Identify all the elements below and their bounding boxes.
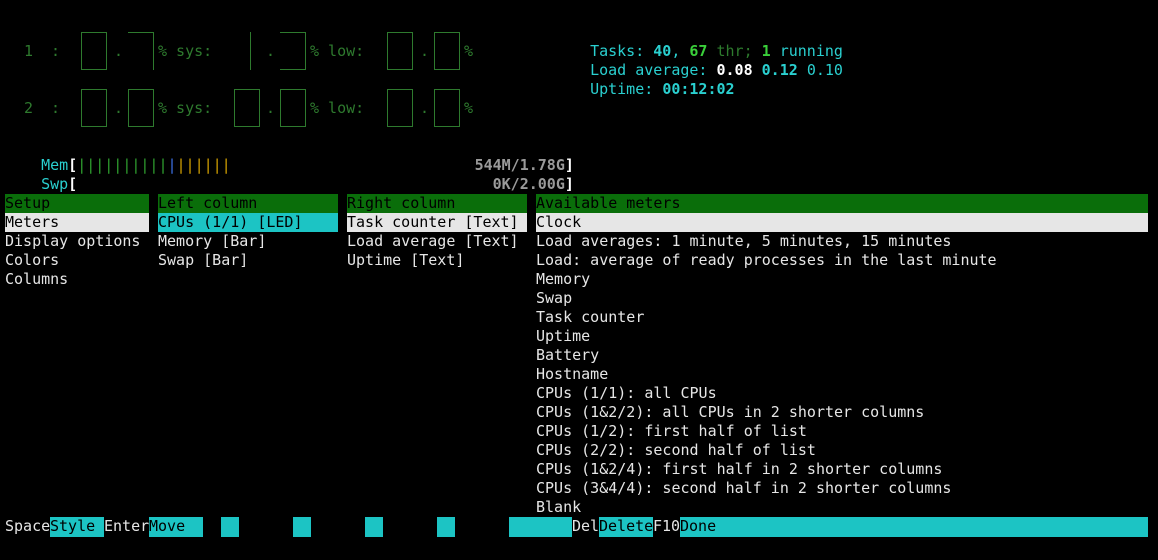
led-decimal-point: .	[114, 42, 124, 60]
swap-bar-meter: Swp[ 0K/2.00G]	[23, 156, 574, 194]
right-column-item-task-counter[interactable]: Task counter [Text]	[347, 213, 527, 232]
left-column-item-memory[interactable]: Memory [Bar]	[158, 232, 266, 251]
led-digit	[387, 89, 413, 127]
enter-key-label: Enter	[104, 517, 150, 535]
right-column-item-uptime[interactable]: Uptime [Text]	[347, 251, 464, 270]
led-digit	[280, 32, 306, 70]
available-meters-panel-header: Available meters	[536, 194, 1148, 213]
led-digit	[81, 32, 107, 70]
available-meter-item[interactable]: Memory	[536, 270, 590, 289]
function-key-blank[interactable]	[509, 517, 572, 537]
led-decimal-point: .	[420, 99, 430, 117]
function-key-blank[interactable]	[365, 517, 383, 537]
low-label: % low:	[310, 42, 365, 60]
available-meter-item[interactable]: CPUs (1&2/4): first half in 2 shorter co…	[536, 460, 942, 479]
sys-label: % sys:	[158, 99, 213, 117]
left-column-item-swap[interactable]: Swap [Bar]	[158, 251, 248, 270]
right-column-panel-header: Right column	[347, 194, 527, 213]
sys-label: % sys:	[158, 42, 213, 60]
swap-value: 0K/2.00G	[492, 175, 565, 193]
available-meter-item[interactable]: CPUs (1&2/2): all CPUs in 2 shorter colu…	[536, 403, 924, 422]
bar-bracket: [	[68, 175, 78, 193]
available-meter-item[interactable]: Load averages: 1 minute, 5 minutes, 15 m…	[536, 232, 951, 251]
load-5min: 0.12	[761, 61, 798, 79]
left-column-panel-header: Left column	[158, 194, 338, 213]
bar-bracket: ]	[564, 175, 574, 193]
function-key-blank[interactable]	[293, 517, 311, 537]
cpu-number: 1	[24, 42, 34, 60]
low-label: % low:	[310, 99, 365, 117]
right-column-item-load-average[interactable]: Load average [Text]	[347, 232, 519, 251]
style-button[interactable]: Style	[50, 517, 104, 537]
led-decimal-point: .	[266, 42, 276, 60]
cpu-separator: :	[51, 42, 61, 60]
led-decimal-point: .	[420, 42, 430, 60]
left-column-item-cpus[interactable]: CPUs (1/1) [LED]	[158, 213, 338, 232]
function-key-blank[interactable]	[437, 517, 455, 537]
led-decimal-point: .	[266, 99, 276, 117]
led-digit	[250, 32, 260, 70]
available-meter-item[interactable]: CPUs (3&4/4): second half in 2 shorter c…	[536, 479, 951, 498]
led-digit	[434, 89, 460, 127]
swap-bar-padding	[77, 175, 492, 193]
led-digit	[387, 32, 413, 70]
uptime-meter: Uptime: 00:12:02	[572, 61, 735, 99]
percent-sign: %	[464, 42, 474, 60]
led-digit	[280, 89, 306, 127]
available-meter-item[interactable]: CPUs (2/2): second half of list	[536, 441, 816, 460]
available-meter-item[interactable]: Load: average of ready processes in the …	[536, 251, 997, 270]
available-meter-item[interactable]: Hostname	[536, 365, 608, 384]
led-digit	[81, 89, 107, 127]
setup-item-meters[interactable]: Meters	[5, 213, 149, 232]
cpu-led-meter-1: 1 : . % sys: . % low: . %	[0, 32, 560, 74]
function-key-blank[interactable]	[221, 517, 239, 537]
available-meter-item[interactable]: CPUs (1/2): first half of list	[536, 422, 807, 441]
setup-item-columns[interactable]: Columns	[5, 270, 68, 289]
uptime-value: 00:12:02	[662, 80, 735, 98]
setup-panel-header: Setup	[5, 194, 149, 213]
load-15min: 0.10	[806, 61, 843, 79]
space-key-label: Space	[5, 517, 51, 535]
available-meter-item[interactable]: CPUs (1/1): all CPUs	[536, 384, 717, 403]
led-digit	[434, 32, 460, 70]
available-meter-item[interactable]: Swap	[536, 289, 572, 308]
f10-key-label: F10	[653, 517, 681, 535]
available-meter-item[interactable]: Uptime	[536, 327, 590, 346]
setup-item-display-options[interactable]: Display options	[5, 232, 140, 251]
percent-sign: %	[464, 99, 474, 117]
uptime-label: Uptime:	[590, 80, 654, 98]
move-button[interactable]: Move	[149, 517, 203, 537]
available-meter-item[interactable]: Battery	[536, 346, 599, 365]
cpu-led-meter-2: 2 : . % sys: . % low: . %	[0, 89, 560, 131]
del-key-label: Del	[572, 517, 600, 535]
cpu-separator: :	[51, 99, 61, 117]
delete-button[interactable]: Delete	[599, 517, 653, 537]
led-digit	[128, 32, 154, 70]
done-button[interactable]: Done	[680, 517, 1148, 537]
led-digit	[128, 89, 154, 127]
available-meter-item[interactable]: Clock	[536, 213, 1148, 232]
available-meter-item[interactable]: Blank	[536, 498, 581, 517]
swap-label: Swp	[41, 175, 69, 193]
cpu-number: 2	[24, 99, 34, 117]
setup-item-colors[interactable]: Colors	[5, 251, 59, 270]
led-digit	[234, 89, 260, 127]
available-meter-item[interactable]: Task counter	[536, 308, 644, 327]
led-decimal-point: .	[114, 99, 124, 117]
